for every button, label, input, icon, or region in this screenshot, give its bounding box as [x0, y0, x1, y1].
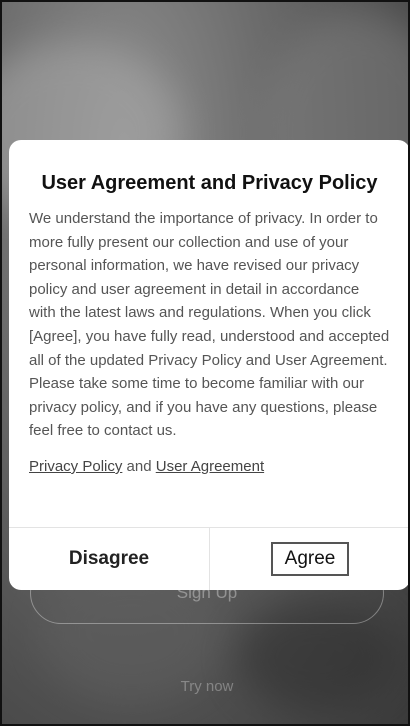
links-separator-text: and — [122, 457, 156, 475]
agree-button[interactable]: Agree — [210, 528, 408, 590]
user-agreement-link[interactable]: User Agreement — [156, 458, 264, 475]
dialog-actions: Disagree Agree — [9, 527, 408, 590]
policy-links: Privacy Policy and User Agreement — [29, 458, 390, 475]
app-screen: Sign Up Try now User Agreement and Priva… — [0, 0, 410, 726]
dialog-title: User Agreement and Privacy Policy — [41, 172, 378, 194]
disagree-label: Disagree — [68, 548, 150, 569]
agree-label: Agree — [270, 542, 350, 576]
privacy-dialog: User Agreement and Privacy Policy We und… — [9, 140, 408, 590]
dialog-body-text: We understand the importance of privacy.… — [29, 210, 390, 440]
try-now-link-behind-overlay: Try now — [180, 678, 234, 695]
privacy-policy-link[interactable]: Privacy Policy — [29, 458, 122, 475]
disagree-button[interactable]: Disagree — [9, 528, 210, 590]
